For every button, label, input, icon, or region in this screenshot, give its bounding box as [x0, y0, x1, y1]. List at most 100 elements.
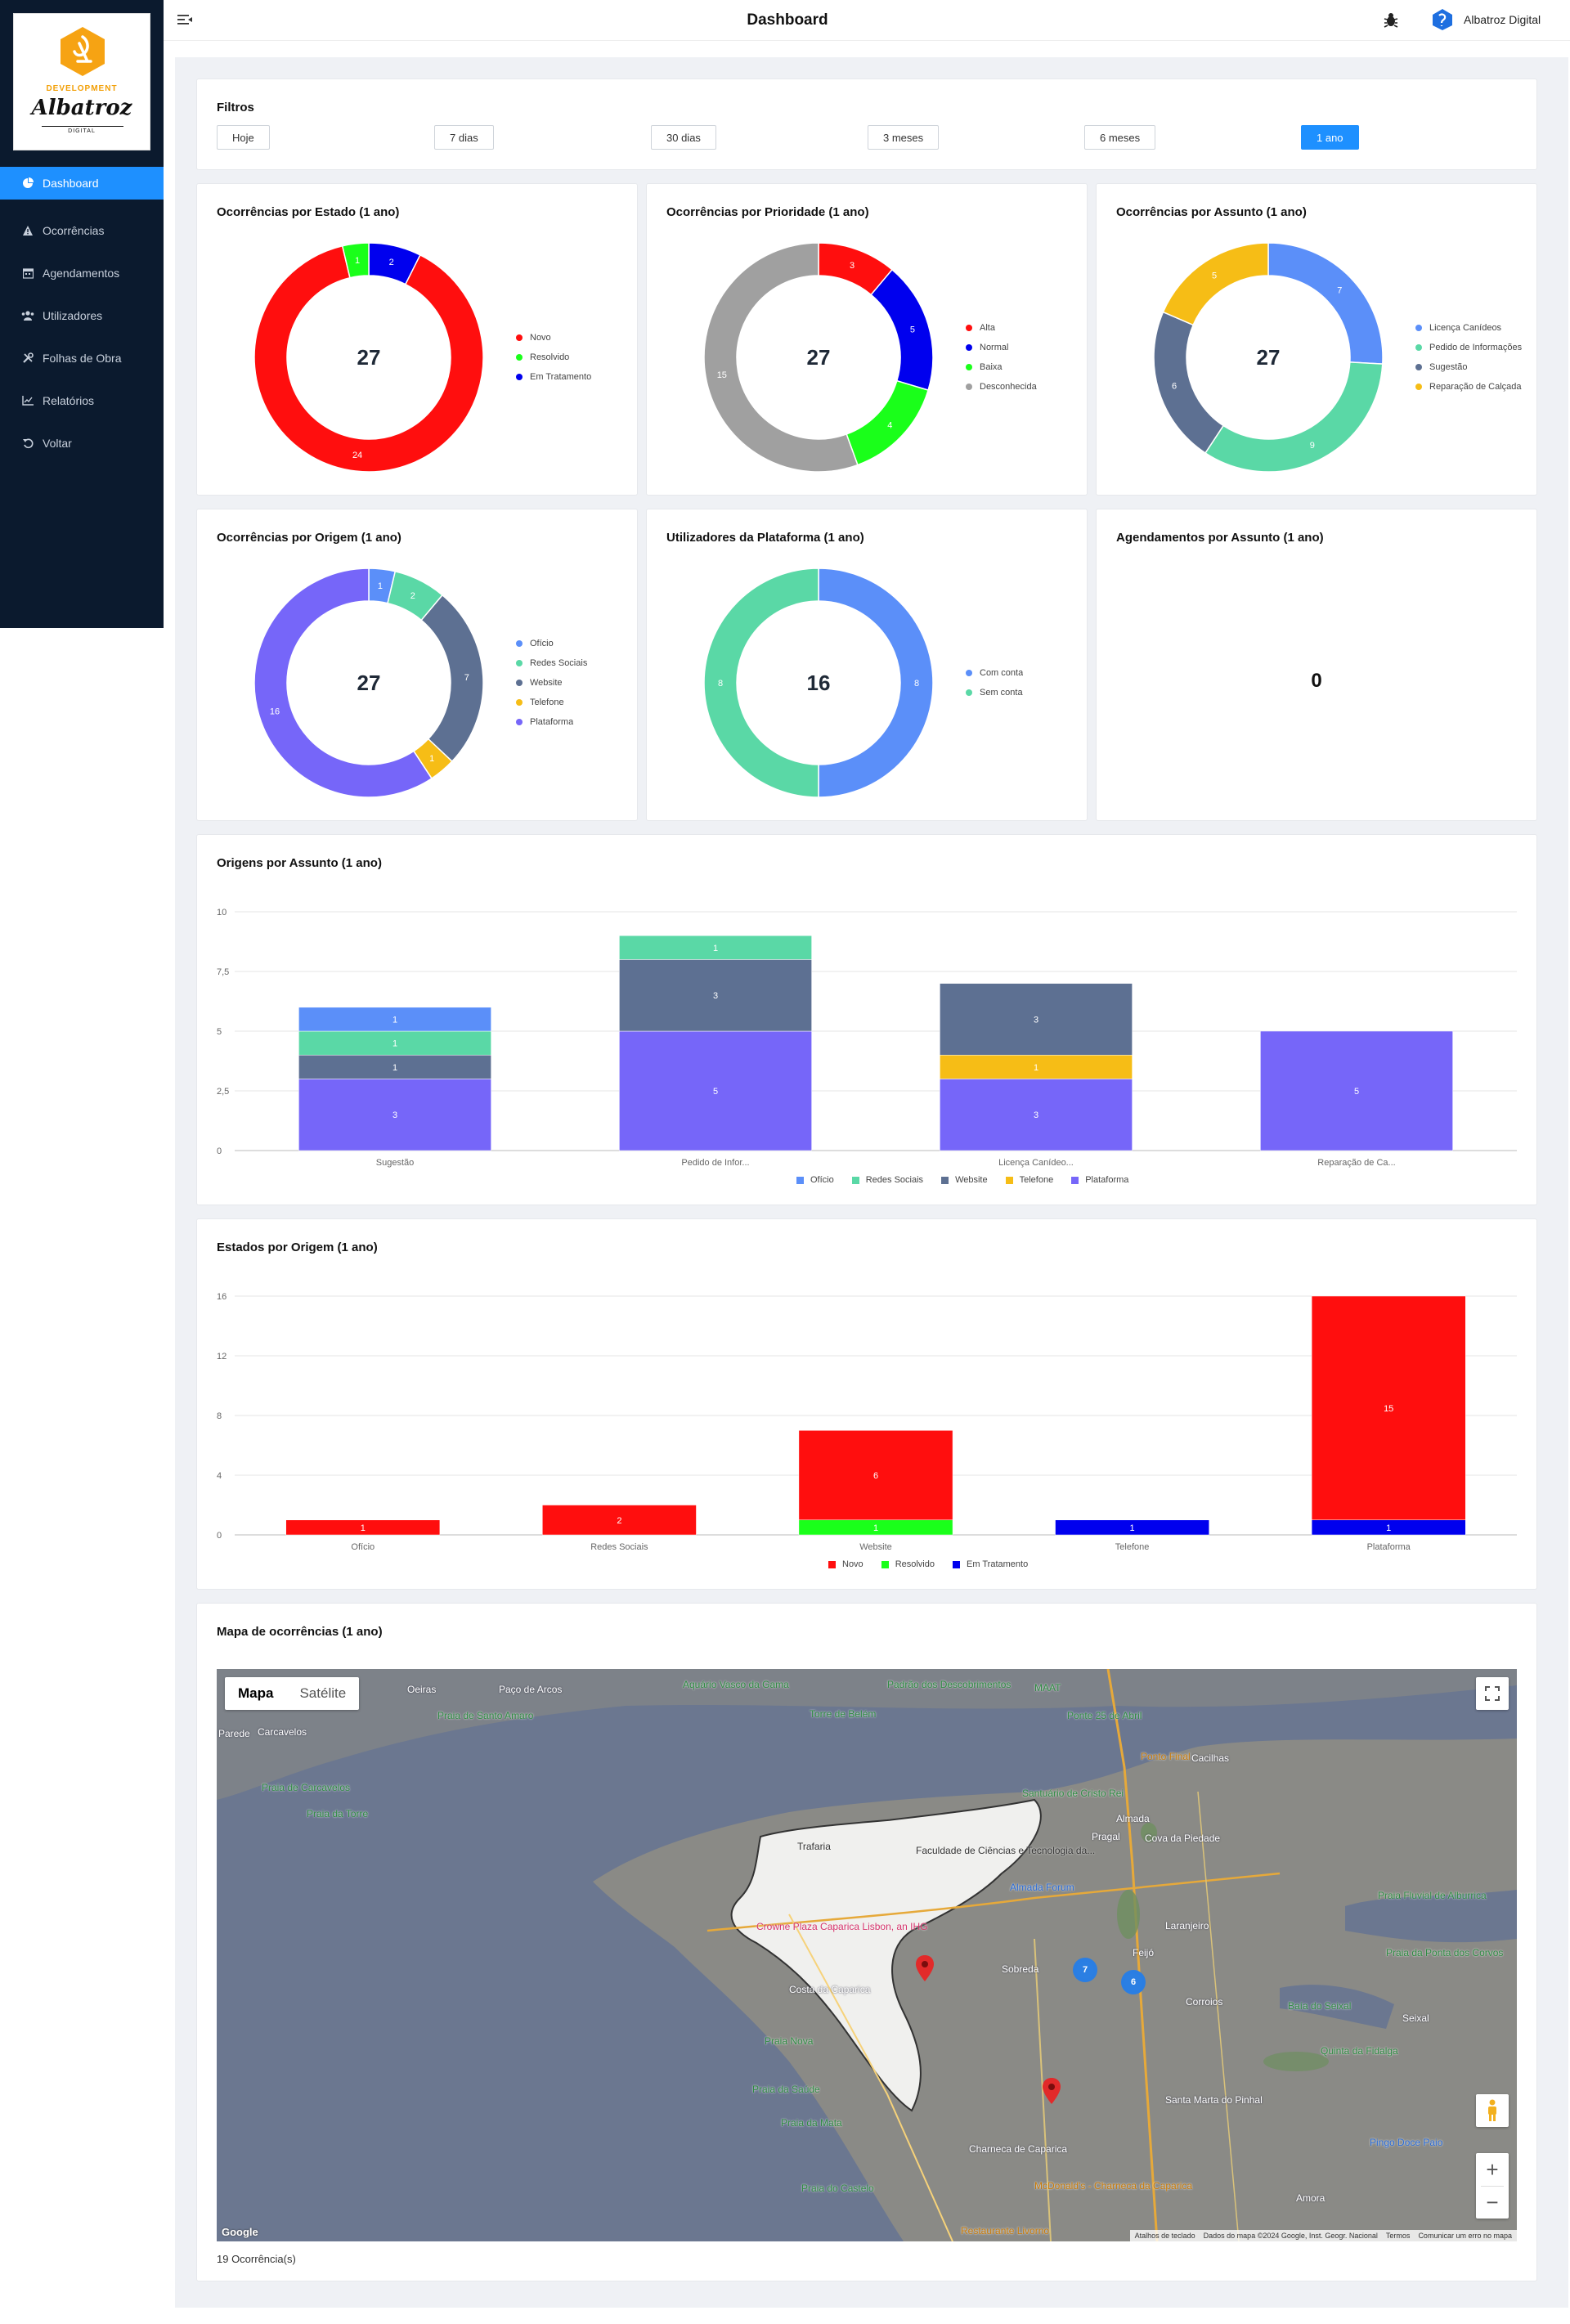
legend-item[interactable]: Baixa	[966, 357, 1037, 377]
map-cluster[interactable]: 6	[1121, 1970, 1146, 1994]
legend-item[interactable]: Plataforma	[1071, 1175, 1128, 1185]
street-view-icon[interactable]	[1476, 2094, 1509, 2127]
page-title: Dashboard	[747, 11, 828, 29]
legend-label: Em Tratamento	[530, 372, 592, 382]
sidebar-item-folhas-de-obra[interactable]: Folhas de Obra	[0, 337, 164, 379]
albatroz-logo[interactable]: DEVELOPMENT Albatroz DIGITAL	[13, 13, 150, 150]
sidebar-item-dashboard[interactable]: Dashboard	[0, 167, 164, 200]
filter-1-year-button[interactable]: 1 ano	[1301, 125, 1359, 150]
sidebar-nav: Dashboard Ocorrências Agendamentos Utili…	[0, 167, 164, 464]
chart-title: Origens por Assunto (1 ano)	[217, 856, 382, 870]
map-type-map-button[interactable]: Mapa	[225, 1677, 286, 1710]
google-logo[interactable]: Google	[222, 2226, 258, 2238]
donut-slice[interactable]	[1153, 311, 1225, 455]
donut-slice[interactable]	[420, 594, 484, 763]
legend-item[interactable]: Resolvido	[516, 348, 591, 367]
legend-label: Desconhecida	[980, 382, 1037, 392]
zoom-in-icon[interactable]: +	[1486, 2153, 1498, 2186]
sidebar-item-voltar[interactable]: Voltar	[0, 422, 164, 464]
map-place-label: Praia Nova	[765, 2035, 814, 2047]
legend-item[interactable]: Novo	[828, 1559, 864, 1569]
utilizadores-donut-card: Utilizadores da Plataforma (1 ano) 8 8 16 C…	[646, 509, 1088, 821]
legend-item[interactable]: Ofício	[796, 1175, 834, 1185]
legend-item[interactable]: Ofício	[516, 634, 587, 653]
y-tick-label: 0	[217, 1531, 222, 1541]
legend-item[interactable]: Novo	[516, 328, 591, 348]
bug-report-icon[interactable]	[1382, 11, 1400, 29]
map-place-label: Faculdade de Ciências e Tecnologia da...	[916, 1845, 1096, 1856]
filter-3-months-button[interactable]: 3 meses	[868, 125, 940, 150]
map-place-label: Ponto Final	[1141, 1751, 1191, 1762]
terms-link[interactable]: Termos	[1386, 2232, 1411, 2240]
legend-item[interactable]: Telefone	[516, 693, 587, 712]
map-card: Mapa de ocorrências (1 ano) Oeiras Paço …	[196, 1603, 1537, 2281]
filter-6-months-button[interactable]: 6 meses	[1084, 125, 1156, 150]
donut-chart: 3 5 4 15 27	[703, 242, 934, 473]
bar-value-label: 15	[1384, 1404, 1393, 1414]
y-tick-label: 7,5	[217, 967, 229, 977]
map-place-label: Praia da Ponta dos Corvos	[1386, 1947, 1504, 1958]
donut-slice[interactable]	[870, 268, 934, 392]
user-name[interactable]: Albatroz Digital	[1464, 13, 1541, 26]
legend-item[interactable]: Telefone	[1005, 1175, 1053, 1185]
map-marker-icon[interactable]	[916, 1955, 934, 1981]
keyboard-shortcuts-link[interactable]: Atalhos de teclado	[1135, 2232, 1195, 2240]
filter-7-days-button[interactable]: 7 dias	[434, 125, 494, 150]
legend-label: Novo	[530, 333, 551, 343]
donut-slice[interactable]	[1162, 242, 1269, 326]
legend-label: Website	[530, 678, 563, 688]
donut-slice[interactable]	[1267, 242, 1384, 365]
legend-dot	[516, 374, 523, 380]
fullscreen-icon[interactable]	[1476, 1677, 1509, 1710]
legend-item[interactable]: Com conta	[966, 663, 1023, 683]
legend-item[interactable]: Alta	[966, 318, 1037, 338]
legend-item[interactable]: Normal	[966, 338, 1037, 357]
slice-value-label: 4	[887, 420, 892, 430]
legend-swatch	[796, 1176, 804, 1184]
bar-value-label: 3	[713, 991, 718, 1001]
filter-today-button[interactable]: Hoje	[217, 125, 270, 150]
sidebar-item-utilizadores[interactable]: Utilizadores	[0, 294, 164, 337]
map-place-label: Quinta da Fidalga	[1321, 2045, 1398, 2057]
filter-30-days-button[interactable]: 30 dias	[651, 125, 716, 150]
legend-item[interactable]: Plataforma	[516, 712, 587, 732]
legend-item[interactable]: Website	[516, 673, 587, 693]
legend-item[interactable]: Licença Canídeos	[1415, 318, 1522, 338]
sidebar-item-ocorrencias[interactable]: Ocorrências	[0, 209, 164, 252]
bar-value-label: 1	[361, 1523, 366, 1533]
bar-chart: 04812161Ofício2Redes Sociais16Website1Te…	[217, 1292, 1517, 1552]
bar-value-label: 1	[1130, 1523, 1135, 1533]
sidebar-item-agendamentos[interactable]: Agendamentos	[0, 252, 164, 294]
map-place-label: Corroios	[1186, 1996, 1223, 2008]
legend-dot	[516, 354, 523, 361]
legend-item[interactable]: Reparação de Calçada	[1415, 377, 1522, 397]
legend-item[interactable]: Redes Sociais	[516, 653, 587, 673]
filters-title: Filtros	[217, 101, 254, 114]
donut-slice[interactable]	[1204, 361, 1384, 473]
legend-item[interactable]: Desconhecida	[966, 377, 1037, 397]
legend-item[interactable]: Em Tratamento	[953, 1559, 1028, 1569]
sidebar-item-relatorios[interactable]: Relatórios	[0, 379, 164, 422]
user-avatar[interactable]	[1431, 8, 1454, 31]
logo-divider	[42, 126, 123, 127]
map-place-label: Feijó	[1133, 1947, 1155, 1958]
map-type-satellite-button[interactable]: Satélite	[286, 1677, 359, 1710]
legend-item[interactable]: Sugestão	[1415, 357, 1522, 377]
legend-item[interactable]: Em Tratamento	[516, 367, 591, 387]
sidebar-item-label: Relatórios	[43, 394, 95, 407]
legend-item[interactable]: Resolvido	[881, 1559, 935, 1569]
legend-item[interactable]: Redes Sociais	[851, 1175, 923, 1185]
report-error-link[interactable]: Comunicar um erro no mapa	[1418, 2232, 1512, 2240]
zoom-out-icon[interactable]: −	[1486, 2187, 1498, 2219]
map-marker-icon[interactable]	[1043, 2078, 1061, 2104]
legend-label: Baixa	[980, 362, 1003, 372]
legend-item[interactable]: Pedido de Informações	[1415, 338, 1522, 357]
donut-total: 27	[357, 671, 381, 695]
map-terrain	[217, 1669, 1517, 2241]
slice-value-label: 1	[378, 581, 383, 591]
legend-item[interactable]: Sem conta	[966, 683, 1023, 702]
occurrences-map[interactable]: Oeiras Paço de Arcos Carcavelos Parede Praia…	[217, 1669, 1517, 2241]
map-place-label: Trafaria	[797, 1841, 831, 1852]
legend-item[interactable]: Website	[941, 1175, 988, 1185]
map-cluster[interactable]: 7	[1073, 1958, 1097, 1982]
